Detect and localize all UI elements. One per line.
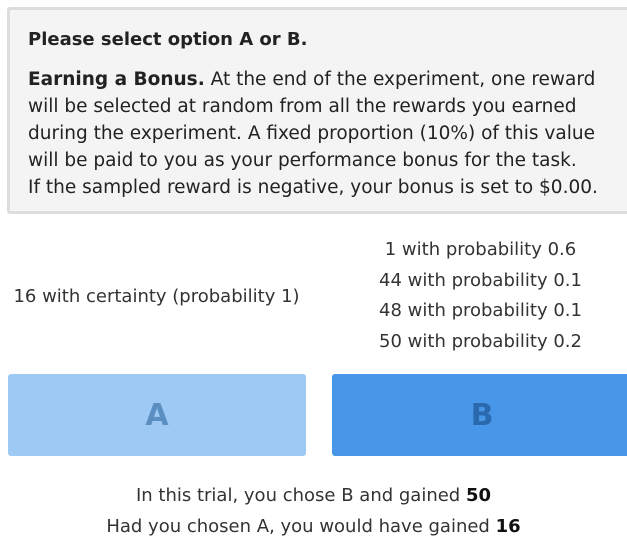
experiment-page: Please select option A or B. Earning a B… — [0, 0, 627, 540]
option-b-outcome: 48 with probability 0.1 — [379, 300, 582, 321]
feedback-chosen-mid: and gained — [353, 485, 466, 506]
option-b-outcome: 44 with probability 0.1 — [379, 269, 582, 291]
option-b-outcome: 50 with probability 0.2 — [379, 330, 582, 352]
feedback-alt-option: A — [256, 516, 270, 537]
option-b-outcome: 1 with probability 0.6 — [384, 239, 577, 260]
feedback-chosen-prefix: In this trial, you chose — [135, 485, 342, 506]
option-b-button-label: B — [470, 397, 494, 433]
bonus-heading: Earning a Bonus. — [28, 69, 205, 90]
bonus-description: Earning a Bonus. At the end of the exper… — [28, 66, 626, 201]
option-b-outcomes: 1 with probability 0.6 44 with probabili… — [333, 235, 627, 357]
option-a-button-label: A — [145, 397, 169, 433]
bonus-line-5: If the sampled reward is negative, your … — [28, 177, 598, 198]
trial-feedback: In this trial, you chose B and gained 50 — [0, 482, 627, 510]
instruction-box: Please select option A or B. Earning a B… — [7, 7, 627, 214]
bonus-line-4: will be paid to you as your performance … — [28, 150, 577, 171]
feedback-chosen-value: 50 — [465, 485, 492, 506]
feedback-alt-value: 16 — [495, 516, 521, 537]
feedback-alt-prefix: Had you chosen — [106, 516, 257, 537]
option-a-description: 16 with certainty (probability 1) — [13, 286, 300, 307]
bonus-line-1-text: At the end of the experiment, one reward — [204, 69, 596, 90]
feedback-alt-mid: , you would have gained — [269, 516, 496, 537]
bonus-line-3: during the experiment. A fixed proportio… — [28, 123, 595, 144]
bonus-line-2: will be selected at random from all the … — [28, 96, 577, 117]
option-b-button[interactable]: B — [332, 374, 627, 456]
instruction-title: Please select option A or B. — [28, 29, 308, 50]
feedback-chosen-option: B — [341, 485, 354, 506]
option-a-button[interactable]: A — [8, 374, 306, 456]
bonus-line-1: Earning a Bonus. At the end of the exper… — [28, 66, 626, 93]
counterfactual-feedback: Had you chosen A, you would have gained … — [0, 513, 627, 540]
